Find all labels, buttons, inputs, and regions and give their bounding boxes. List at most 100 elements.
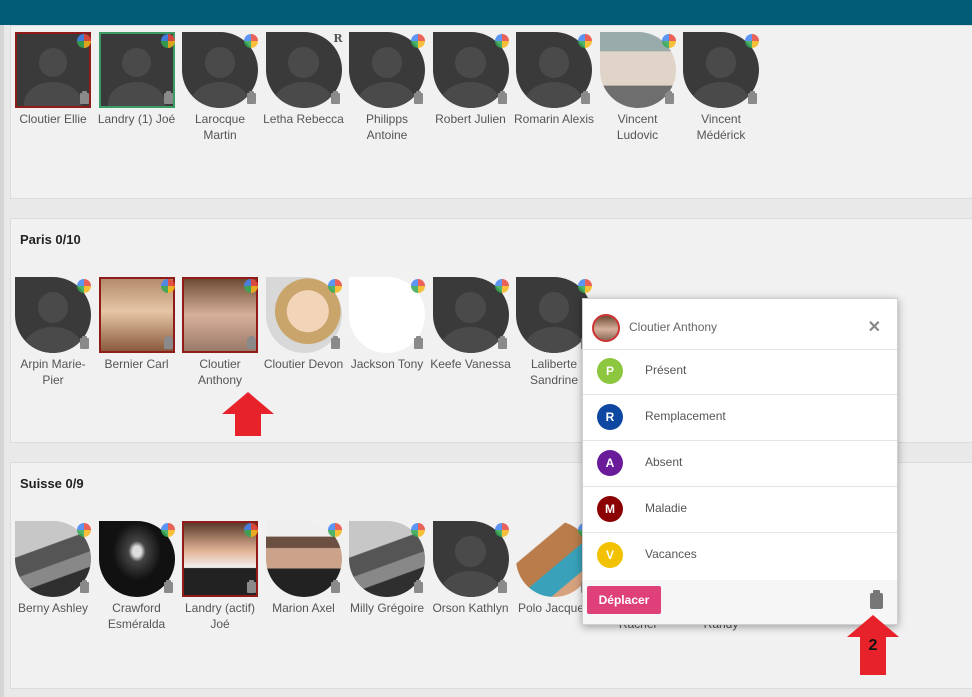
avatar-body [523,82,585,108]
clipboard-icon[interactable] [330,91,340,104]
annotation-arrow-1: 1 [222,392,274,436]
avatar-head [38,48,68,78]
child-name: Vincent Ludovic [616,112,659,142]
avatar-body [22,327,84,353]
avatar-head [455,536,486,567]
status-badge-icon [244,523,258,537]
avatar-head [122,48,151,78]
child-name: Robert Julien [435,112,506,126]
status-option[interactable]: P Présent [583,349,897,395]
avatar-body [273,82,334,108]
clipboard-icon[interactable] [163,91,173,104]
child-name: Keefe Vanessa [430,357,511,371]
close-icon[interactable]: ✕ [868,317,881,337]
clipboard-icon[interactable] [80,336,89,349]
status-badge-icon [160,279,175,293]
clipboard-icon[interactable] [497,91,507,104]
status-badge-icon [578,34,592,48]
avatar-body [24,81,82,106]
avatar-head [204,47,236,78]
clipboard-icon[interactable] [497,336,507,349]
child-name: Orson Kathlyn [432,601,509,615]
avatar [592,314,620,342]
child-name: Cloutier Anthony [197,357,243,387]
status-badge-icon [411,523,425,537]
annotation-number: 2 [868,637,878,654]
status-badge-icon [494,523,509,537]
clipboard-icon[interactable] [330,336,340,349]
status-option-label: Vacances [645,547,697,561]
child-name: Jackson Tony [350,357,424,371]
clipboard-icon[interactable] [330,580,340,593]
avatar-body [189,82,251,108]
status-letter-badge: V [597,542,623,568]
child-name: Bernier Carl [104,357,169,371]
status-option-label: Maladie [645,501,688,515]
child-name: Vincent Médérick [696,112,746,142]
clipboard-icon[interactable] [247,91,256,104]
move-button[interactable]: Déplacer [587,586,661,614]
child-name: Romarin Alexis [513,112,595,126]
popup-header: Cloutier Anthony ✕ [583,299,897,350]
status-option[interactable]: V Vacances [583,533,897,578]
clipboard-icon[interactable] [414,91,423,104]
status-letter-badge: A [597,450,623,476]
avatar-head [538,292,570,323]
child-name: Landry (1) Joé [97,112,176,126]
status-letter-badge: P [597,358,623,384]
child-name: Berny Ashley [17,601,89,615]
avatar-head [288,47,319,78]
clipboard-icon[interactable] [80,91,89,104]
status-badge-icon [494,34,509,48]
clipboard-icon[interactable] [664,91,674,104]
attendance-popup: Cloutier Anthony ✕ P Présent R Remplacement… [582,298,898,625]
status-option-label: Absent [645,455,683,469]
avatar-head [455,292,486,323]
clipboard-icon[interactable] [870,590,883,609]
avatar-head [37,292,69,323]
avatar-body [440,82,501,108]
group-title: Suisse 0/9 [20,476,84,491]
clipboard-icon[interactable] [414,580,423,593]
status-badge-icon [661,34,676,48]
status-badge-icon [327,523,342,537]
clipboard-icon[interactable] [581,91,590,104]
child-name: Landry (actif) Joé [184,601,256,631]
avatar-head [705,47,737,78]
status-badge-icon [77,279,91,293]
child-name: Milly Grégoire [349,601,424,615]
child-name: Cloutier Devon [263,357,344,371]
status-badge-icon [411,279,425,293]
clipboard-icon[interactable] [247,336,256,349]
status-option-label: Présent [645,363,687,377]
clipboard-icon[interactable] [247,580,256,593]
clipboard-icon[interactable] [163,580,173,593]
status-badge-icon [77,523,91,537]
status-badge-icon [244,34,258,48]
child-name: Crawford Esméralda [107,601,166,631]
avatar-head [455,47,486,78]
popup-child-name: Cloutier Anthony [629,320,718,334]
status-badge-icon [77,34,91,48]
status-option[interactable]: A Absent [583,441,897,487]
child-name: Arpin Marie-Pier [20,357,86,387]
child-name: Cloutier Ellie [19,112,87,126]
status-letter-badge: M [597,496,623,522]
avatar-body [107,81,166,106]
clipboard-icon[interactable] [748,91,757,104]
clipboard-icon[interactable] [163,336,173,349]
clipboard-icon[interactable] [414,336,423,349]
status-option[interactable]: R Remplacement [583,395,897,441]
avatar-body [440,327,501,353]
clipboard-icon[interactable] [80,580,89,593]
group-title: Paris 0/10 [20,232,81,247]
status-badge-icon [160,34,175,48]
child-name: Larocque Martin [194,112,246,142]
status-badge-icon [327,279,342,293]
status-option[interactable]: M Maladie [583,487,897,533]
group-panel-top: Cloutier Ellie Landry (1) Joé Larocque Mar… [10,25,972,199]
clipboard-icon[interactable] [497,580,507,593]
status-option-label: Remplacement [645,409,726,423]
avatar-head [538,47,570,78]
status-badge-icon [578,279,592,293]
